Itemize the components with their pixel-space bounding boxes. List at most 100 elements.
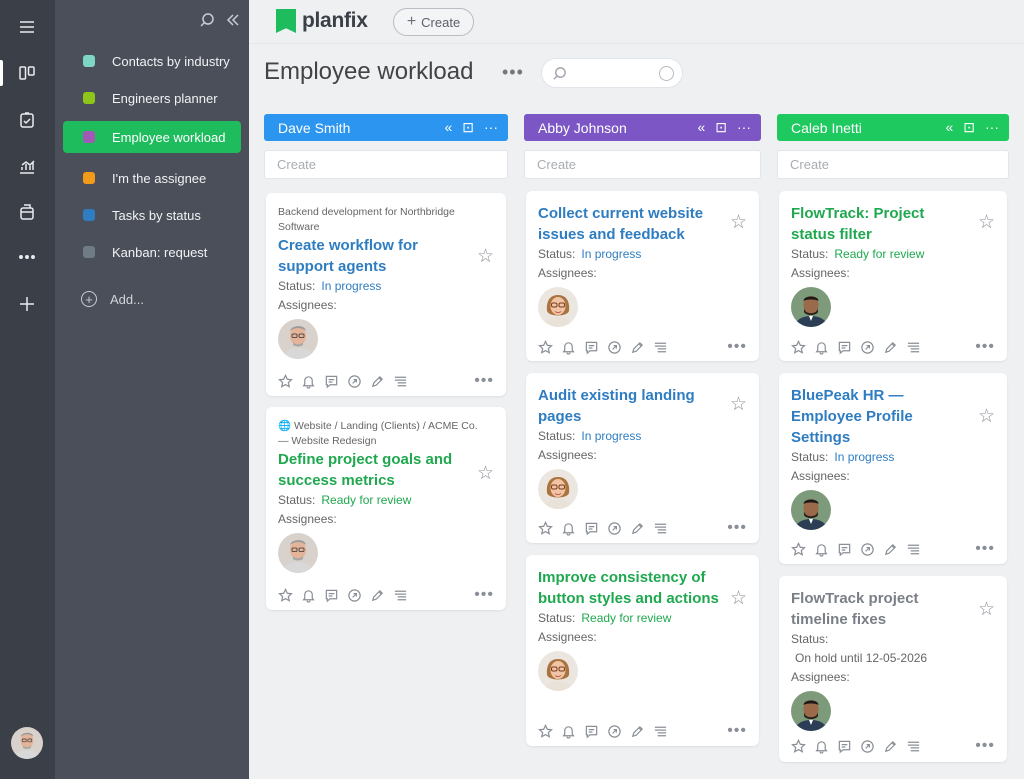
collapse-icon[interactable]: « xyxy=(945,119,953,135)
task-title[interactable]: Create workflow for support agents xyxy=(278,235,458,277)
select-icon[interactable]: ⊡ xyxy=(715,119,727,135)
more-icon[interactable]: ••• xyxy=(975,541,995,557)
checklist-icon[interactable] xyxy=(393,374,408,389)
avatar[interactable] xyxy=(278,319,318,359)
more-icon[interactable]: ••• xyxy=(975,339,995,355)
task-title[interactable]: Collect current website issues and feedb… xyxy=(538,203,723,245)
task-title[interactable]: Audit existing landing pages xyxy=(538,385,718,427)
tasks-icon[interactable] xyxy=(14,107,40,133)
avatar[interactable] xyxy=(538,287,578,327)
create-button[interactable]: + Create xyxy=(393,8,474,36)
checklist-icon[interactable] xyxy=(393,588,408,603)
more-icon[interactable]: ••• xyxy=(727,520,747,536)
more-icon[interactable]: ··· xyxy=(484,119,498,135)
checklist-icon[interactable] xyxy=(653,521,668,536)
star-icon[interactable]: ☆ xyxy=(730,211,747,234)
comment-icon[interactable] xyxy=(324,588,339,603)
contacts-icon[interactable] xyxy=(14,199,40,225)
boards-icon[interactable] xyxy=(14,60,40,86)
sidebar-item-employee-workload[interactable]: Employee workload xyxy=(63,121,241,153)
logo[interactable]: planfix xyxy=(276,9,368,33)
filter-icon[interactable] xyxy=(659,66,674,81)
checklist-icon[interactable] xyxy=(653,724,668,739)
sidebar-item-kanban-request[interactable]: Kanban: request xyxy=(63,236,241,268)
more-icon[interactable] xyxy=(14,244,40,270)
checklist-icon[interactable] xyxy=(906,542,921,557)
star-icon[interactable]: ☆ xyxy=(978,211,995,234)
more-icon[interactable]: ••• xyxy=(727,723,747,739)
star-icon[interactable] xyxy=(791,340,806,355)
task-title[interactable]: Improve consistency of button styles and… xyxy=(538,567,723,609)
forward-icon[interactable] xyxy=(607,724,622,739)
forward-icon[interactable] xyxy=(860,739,875,754)
task-card[interactable]: 🌐 Website / Landing (Clients) / ACME Co.… xyxy=(266,407,506,610)
pencil-icon[interactable] xyxy=(883,340,898,355)
star-icon[interactable]: ☆ xyxy=(978,598,995,621)
star-icon[interactable]: ☆ xyxy=(978,405,995,428)
more-icon[interactable]: ··· xyxy=(737,119,751,135)
collapse-icon[interactable]: « xyxy=(697,119,705,135)
collapse-icon[interactable] xyxy=(225,12,241,28)
pencil-icon[interactable] xyxy=(630,340,645,355)
collapse-icon[interactable]: « xyxy=(444,119,452,135)
task-title[interactable]: BluePeak HR — Employee Profile Settings xyxy=(791,385,961,448)
star-icon[interactable] xyxy=(538,521,553,536)
avatar[interactable] xyxy=(791,490,831,530)
bell-icon[interactable] xyxy=(301,588,316,603)
star-icon[interactable] xyxy=(538,340,553,355)
sidebar-item-im-the-assignee[interactable]: I'm the assignee xyxy=(63,162,241,194)
bell-icon[interactable] xyxy=(814,739,829,754)
more-icon[interactable]: ••• xyxy=(474,373,494,389)
star-icon[interactable] xyxy=(791,542,806,557)
avatar[interactable] xyxy=(278,533,318,573)
column-header[interactable]: Dave Smith « ⊡ ··· xyxy=(264,114,508,141)
more-icon[interactable]: ··· xyxy=(985,119,999,135)
comment-icon[interactable] xyxy=(837,340,852,355)
comment-icon[interactable] xyxy=(837,542,852,557)
star-icon[interactable] xyxy=(538,724,553,739)
comment-icon[interactable] xyxy=(584,340,599,355)
pencil-icon[interactable] xyxy=(883,739,898,754)
avatar[interactable] xyxy=(791,287,831,327)
avatar[interactable] xyxy=(538,469,578,509)
search-input[interactable] xyxy=(541,58,683,88)
comment-icon[interactable] xyxy=(584,521,599,536)
sidebar-item-engineers-planner[interactable]: Engineers planner xyxy=(63,82,241,114)
forward-icon[interactable] xyxy=(607,521,622,536)
star-icon[interactable] xyxy=(278,374,293,389)
add-view-button[interactable]: + Add... xyxy=(81,291,144,307)
star-icon[interactable] xyxy=(278,588,293,603)
column-header[interactable]: Caleb Inetti « ⊡ ··· xyxy=(777,114,1009,141)
checklist-icon[interactable] xyxy=(906,739,921,754)
menu-icon[interactable] xyxy=(14,14,40,40)
pencil-icon[interactable] xyxy=(883,542,898,557)
pencil-icon[interactable] xyxy=(370,588,385,603)
search-icon[interactable] xyxy=(199,12,215,28)
create-task-input[interactable]: Create xyxy=(524,150,761,179)
select-icon[interactable]: ⊡ xyxy=(462,119,474,135)
forward-icon[interactable] xyxy=(347,374,362,389)
task-title[interactable]: Define project goals and success metrics xyxy=(278,449,473,491)
more-icon[interactable]: ••• xyxy=(727,339,747,355)
bell-icon[interactable] xyxy=(561,724,576,739)
more-icon[interactable]: ••• xyxy=(975,738,995,754)
checklist-icon[interactable] xyxy=(653,340,668,355)
avatar[interactable] xyxy=(791,691,831,731)
star-icon[interactable]: ☆ xyxy=(477,245,494,268)
forward-icon[interactable] xyxy=(347,588,362,603)
analytics-icon[interactable] xyxy=(14,153,40,179)
avatar[interactable] xyxy=(538,651,578,691)
task-card[interactable]: FlowTrack project timeline fixes Status:… xyxy=(779,576,1007,762)
bell-icon[interactable] xyxy=(301,374,316,389)
pencil-icon[interactable] xyxy=(630,724,645,739)
forward-icon[interactable] xyxy=(860,542,875,557)
forward-icon[interactable] xyxy=(607,340,622,355)
task-card[interactable]: Audit existing landing pages Status: In p… xyxy=(526,373,759,543)
pencil-icon[interactable] xyxy=(370,374,385,389)
select-icon[interactable]: ⊡ xyxy=(963,119,975,135)
more-icon[interactable]: ••• xyxy=(474,587,494,603)
task-title[interactable]: FlowTrack: Project status filter xyxy=(791,203,961,245)
create-task-input[interactable]: Create xyxy=(777,150,1009,179)
sidebar-item-contacts-by-industry[interactable]: Contacts by industry xyxy=(63,45,241,77)
create-task-input[interactable]: Create xyxy=(264,150,508,179)
